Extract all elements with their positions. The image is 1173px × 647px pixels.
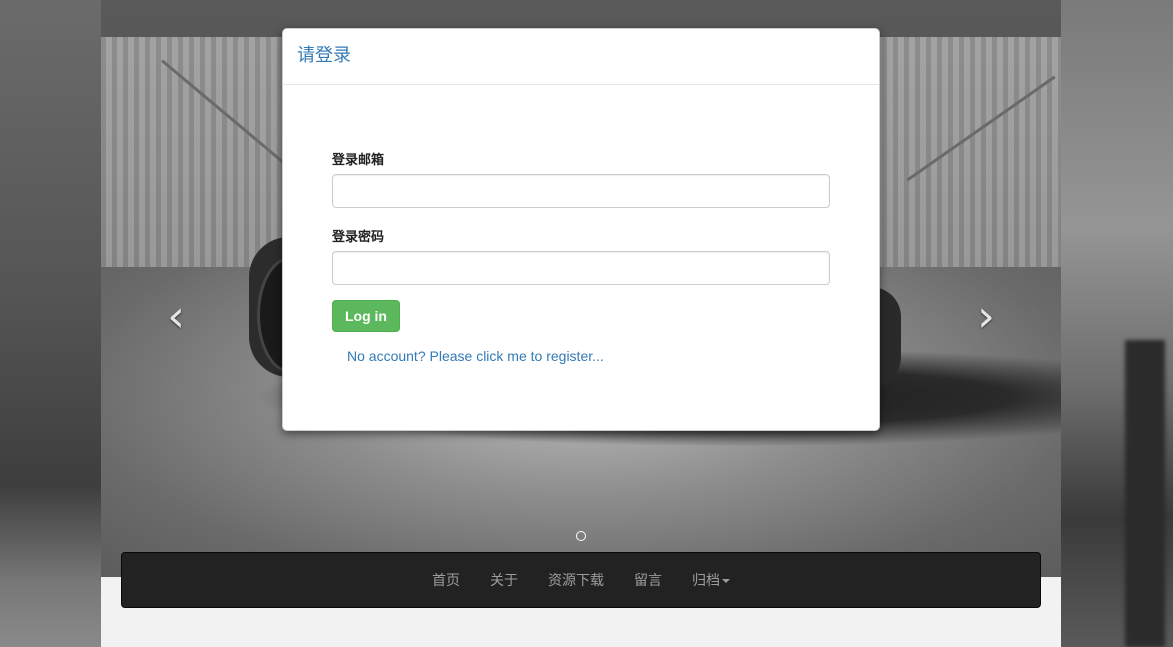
password-field[interactable] (332, 251, 830, 285)
chevron-right-icon: › (977, 291, 995, 342)
email-label: 登录邮箱 (332, 153, 385, 168)
carousel-next-button[interactable]: › (966, 295, 1006, 339)
chevron-left-icon: ‹ (167, 291, 185, 342)
carousel-prev-button[interactable]: ‹ (156, 295, 196, 339)
background-left (0, 0, 101, 647)
login-form: 登录邮箱 登录密码 Log in No account? Please clic… (332, 149, 830, 364)
background-trunk (1125, 340, 1165, 647)
background-right (1061, 0, 1173, 647)
navbar: 首页 关于 资源下载 留言 归档 (121, 552, 1041, 608)
nav-item-home[interactable]: 首页 (417, 570, 475, 590)
nav-item-about[interactable]: 关于 (475, 570, 533, 590)
email-field[interactable] (332, 174, 830, 208)
modal-header: 请登录 (283, 29, 879, 85)
nav-item-archive[interactable]: 归档 (677, 570, 745, 590)
register-link[interactable]: No account? Please click me to register.… (347, 348, 830, 364)
modal-title: 请登录 (297, 45, 351, 66)
nav-item-downloads[interactable]: 资源下载 (533, 570, 619, 590)
login-modal: 请登录 登录邮箱 登录密码 Log in No account? Please … (282, 28, 880, 431)
caret-down-icon (722, 579, 730, 583)
password-label: 登录密码 (332, 230, 385, 245)
nav-item-messages[interactable]: 留言 (619, 570, 677, 590)
nav-item-archive-label: 归档 (692, 573, 720, 589)
nav-menu: 首页 关于 资源下载 留言 归档 (122, 553, 1040, 607)
login-button[interactable]: Log in (332, 300, 400, 332)
carousel-indicator[interactable] (576, 531, 586, 541)
